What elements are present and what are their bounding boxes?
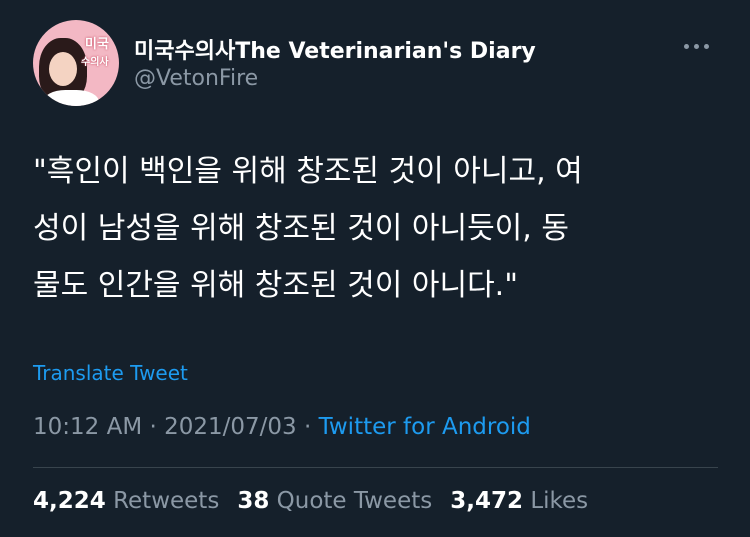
tweet-date[interactable]: 2021/07/03 [164,414,297,440]
author-display-name[interactable]: 미국수의사The Veterinarian's Diary [134,33,536,65]
tweet-text-line: "흑인이 백인을 위해 창조된 것이 아니고, 여 [33,154,583,189]
likes-stat[interactable]: 3,472 Likes [450,488,588,514]
dot [684,43,689,49]
dot [704,43,709,49]
retweets-count: 4,224 [33,488,106,514]
quote-tweets-stat[interactable]: 38 Quote Tweets [237,488,432,514]
more-options-icon[interactable] [684,38,716,54]
tweet-text-line: 물도 인간을 위해 창조된 것이 아니다." [33,268,519,303]
tweet-time[interactable]: 10:12 AM [33,414,142,440]
author-handle[interactable]: @VetonFire [134,66,258,91]
quote-tweets-count: 38 [237,488,270,514]
tweet-text: "흑인이 백인을 위해 창조된 것이 아니고, 여 성이 남성을 위해 창조된 … [33,143,718,314]
meta-separator: · [149,414,157,440]
retweets-stat[interactable]: 4,224 Retweets [33,488,219,514]
avatar-body [43,90,99,106]
dot [694,43,699,49]
quote-tweets-label: Quote Tweets [276,488,433,514]
avatar-text-line2: 수의사 [81,57,109,68]
tweet-meta: 10:12 AM · 2021/07/03 · Twitter for Andr… [33,414,531,440]
tweet-stats: 4,224 Retweets 38 Quote Tweets 3,472 Likes [33,488,588,514]
tweet-source-link[interactable]: Twitter for Android [319,414,531,440]
avatar[interactable]: 미국 수의사 [33,20,119,106]
meta-separator: · [304,414,312,440]
avatar-face [49,52,77,86]
tweet-text-line: 성이 남성을 위해 창조된 것이 아니듯이, 동 [33,211,569,246]
divider [33,467,718,468]
likes-count: 3,472 [450,488,523,514]
translate-tweet-link[interactable]: Translate Tweet [33,361,188,385]
avatar-text-line1: 미국 [85,37,109,52]
likes-label: Likes [530,488,589,514]
retweets-label: Retweets [113,488,220,514]
